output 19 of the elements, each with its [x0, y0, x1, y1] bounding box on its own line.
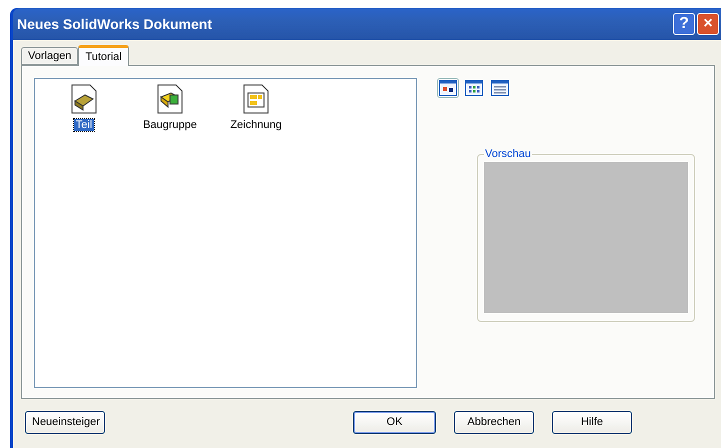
tab[interactable]: Vorlagen — [21, 47, 78, 65]
tab[interactable]: Tutorial — [78, 45, 129, 66]
help-button[interactable]: ? — [673, 13, 695, 35]
large-view-icon — [439, 80, 457, 96]
template-label[interactable]: Teil — [74, 119, 94, 131]
template-label[interactable]: Baugruppe — [141, 119, 199, 131]
dialog-button[interactable]: OK — [353, 410, 436, 434]
list-view-icon — [465, 80, 483, 96]
view-mode-button[interactable] — [489, 78, 511, 98]
details-view-icon — [491, 80, 509, 96]
preview-label: Vorschau — [484, 148, 532, 160]
window-title: Neues SolidWorks Dokument — [17, 16, 214, 32]
view-mode-button[interactable] — [437, 78, 459, 98]
dialog-button[interactable]: Hilfe — [552, 410, 632, 434]
template-label[interactable]: Zeichnung — [228, 119, 284, 131]
dialog-button[interactable]: Neueinsteiger — [25, 410, 105, 434]
view-mode-button[interactable] — [463, 78, 485, 98]
close-button[interactable]: × — [697, 13, 719, 35]
dialog-button[interactable]: Abbrechen — [454, 410, 534, 434]
